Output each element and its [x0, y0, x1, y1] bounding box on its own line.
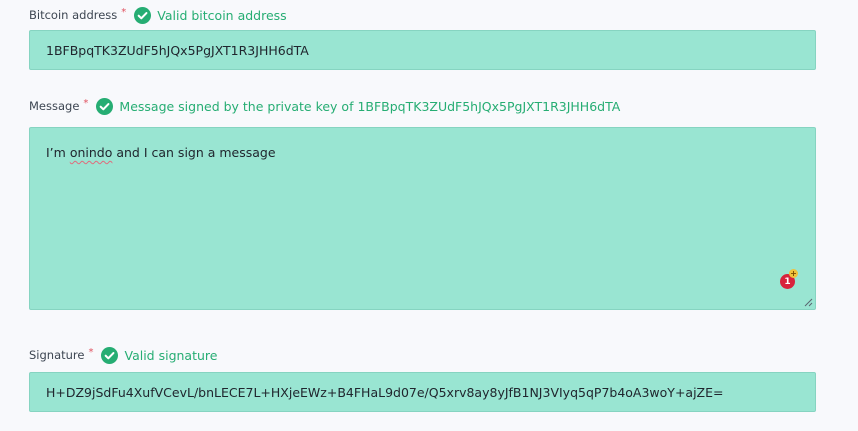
signature-label: Signature [29, 348, 85, 362]
signature-label-row: Signature * Valid signature [29, 345, 217, 365]
bitcoin-address-input[interactable]: 1BFBpqTK3ZUdF5hJQx5PgJXT1R3JHH6dTA [29, 30, 816, 70]
address-label: Bitcoin address [29, 8, 118, 22]
signature-input[interactable]: H+DZ9jSdFu4XufVCevL/bnLECE7L+HXjeEWz+B4F… [29, 372, 816, 412]
address-value: 1BFBpqTK3ZUdF5hJQx5PgJXT1R3JHH6dTA [46, 42, 309, 58]
check-circle-icon [96, 97, 114, 115]
address-label-row: Bitcoin address * Valid bitcoin address [29, 5, 287, 25]
required-mark: * [83, 97, 89, 109]
message-label: Message [29, 99, 80, 113]
sign-message-form: Bitcoin address * Valid bitcoin address … [0, 0, 858, 431]
message-text-start: I’m [46, 145, 70, 160]
message-text-end: and I can sign a message [112, 145, 276, 160]
signature-value: H+DZ9jSdFu4XufVCevL/bnLECE7L+HXjeEWz+B4F… [46, 384, 724, 400]
check-circle-icon [134, 6, 152, 24]
check-circle-icon [101, 346, 119, 364]
message-status: Message signed by the private key of 1BF… [119, 98, 621, 114]
message-label-row: Message * Message signed by the private … [29, 96, 620, 116]
required-mark: * [88, 346, 94, 358]
address-status: Valid bitcoin address [157, 7, 287, 23]
signature-status: Valid signature [124, 347, 218, 363]
badge-plus-icon: + [789, 269, 798, 278]
resize-grip-icon[interactable] [803, 297, 813, 307]
misspelled-word[interactable]: onindo [70, 145, 113, 160]
message-textarea[interactable]: I’m onindo and I can sign a message 1 + [29, 127, 816, 310]
required-mark: * [121, 6, 127, 18]
